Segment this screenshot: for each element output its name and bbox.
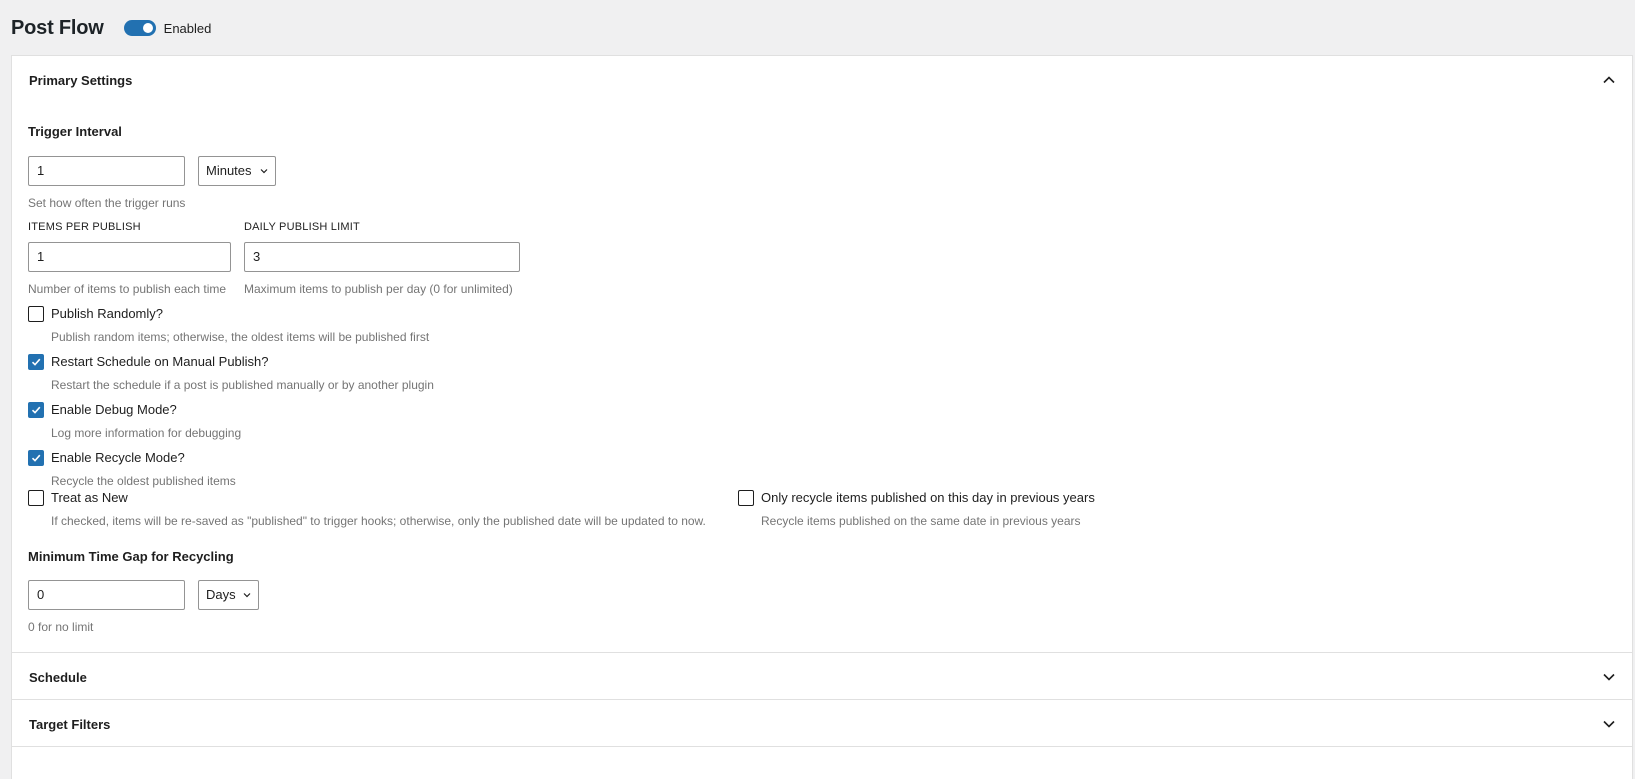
chevron-down-icon [260,169,268,174]
items-per-publish-help: Number of items to publish each time [28,282,227,296]
target-filters-header[interactable]: Target Filters [12,700,1632,748]
toggle-knob [142,23,153,33]
only-this-day-help: Recycle items published on the same date… [761,514,1081,528]
trigger-interval-unit-select[interactable]: Minutes [198,156,276,186]
target-filters-title: Target Filters [29,716,111,732]
recycle-mode-checkbox[interactable] [28,450,44,466]
debug-mode-help: Log more information for debugging [51,426,242,440]
publish-randomly-checkbox[interactable] [28,306,44,322]
daily-publish-limit-help: Maximum items to publish per day (0 for … [244,282,513,296]
divider [12,746,1632,747]
page-header: Post Flow Enabled [11,14,211,42]
trigger-interval-label: Trigger Interval [28,124,122,139]
checkmark-icon [31,406,41,414]
min-gap-label: Minimum Time Gap for Recycling [28,549,234,564]
checkmark-icon [31,454,41,462]
enabled-toggle[interactable] [123,20,156,36]
trigger-interval-input[interactable]: 1 [28,156,185,186]
treat-as-new-checkbox[interactable] [28,490,44,506]
schedule-title: Schedule [29,669,87,685]
chevron-down-icon [1603,720,1615,728]
min-gap-unit-value: Days [206,587,236,602]
primary-settings-title: Primary Settings [29,72,133,88]
chevron-down-icon [1603,673,1615,681]
recycle-mode-label: Enable Recycle Mode? [51,450,185,465]
chevron-down-icon [243,593,251,598]
daily-publish-limit-label: DAILY PUBLISH LIMIT [244,221,360,233]
page-title: Post Flow [11,16,104,39]
items-per-publish-input[interactable]: 1 [28,242,231,272]
only-this-day-checkbox[interactable] [738,490,754,506]
debug-mode-checkbox[interactable] [28,402,44,418]
items-per-publish-label: ITEMS PER PUBLISH [28,221,141,233]
settings-panel: Primary Settings Trigger Interval 1 Minu… [11,55,1633,779]
trigger-interval-unit-value: Minutes [206,163,252,178]
restart-schedule-label: Restart Schedule on Manual Publish? [51,354,269,369]
publish-randomly-label: Publish Randomly? [51,306,164,321]
only-this-day-label: Only recycle items published on this day… [761,490,1095,505]
schedule-header[interactable]: Schedule [12,653,1632,701]
checkmark-icon [31,358,41,366]
treat-as-new-help: If checked, items will be re-saved as "p… [51,514,706,528]
min-gap-unit-select[interactable]: Days [198,580,259,610]
min-gap-input[interactable]: 0 [28,580,185,610]
publish-randomly-help: Publish random items; otherwise, the old… [51,330,430,344]
min-gap-help: 0 for no limit [28,620,94,634]
trigger-interval-help: Set how often the trigger runs [28,196,186,210]
recycle-mode-help: Recycle the oldest published items [51,474,236,488]
primary-settings-header[interactable]: Primary Settings [12,56,1632,104]
restart-schedule-checkbox[interactable] [28,354,44,370]
daily-publish-limit-input[interactable]: 3 [244,242,520,272]
chevron-up-icon [1603,76,1615,84]
treat-as-new-label: Treat as New [51,490,128,505]
debug-mode-label: Enable Debug Mode? [51,402,177,417]
enabled-toggle-label: Enabled [163,20,212,36]
restart-schedule-help: Restart the schedule if a post is publis… [51,378,434,392]
